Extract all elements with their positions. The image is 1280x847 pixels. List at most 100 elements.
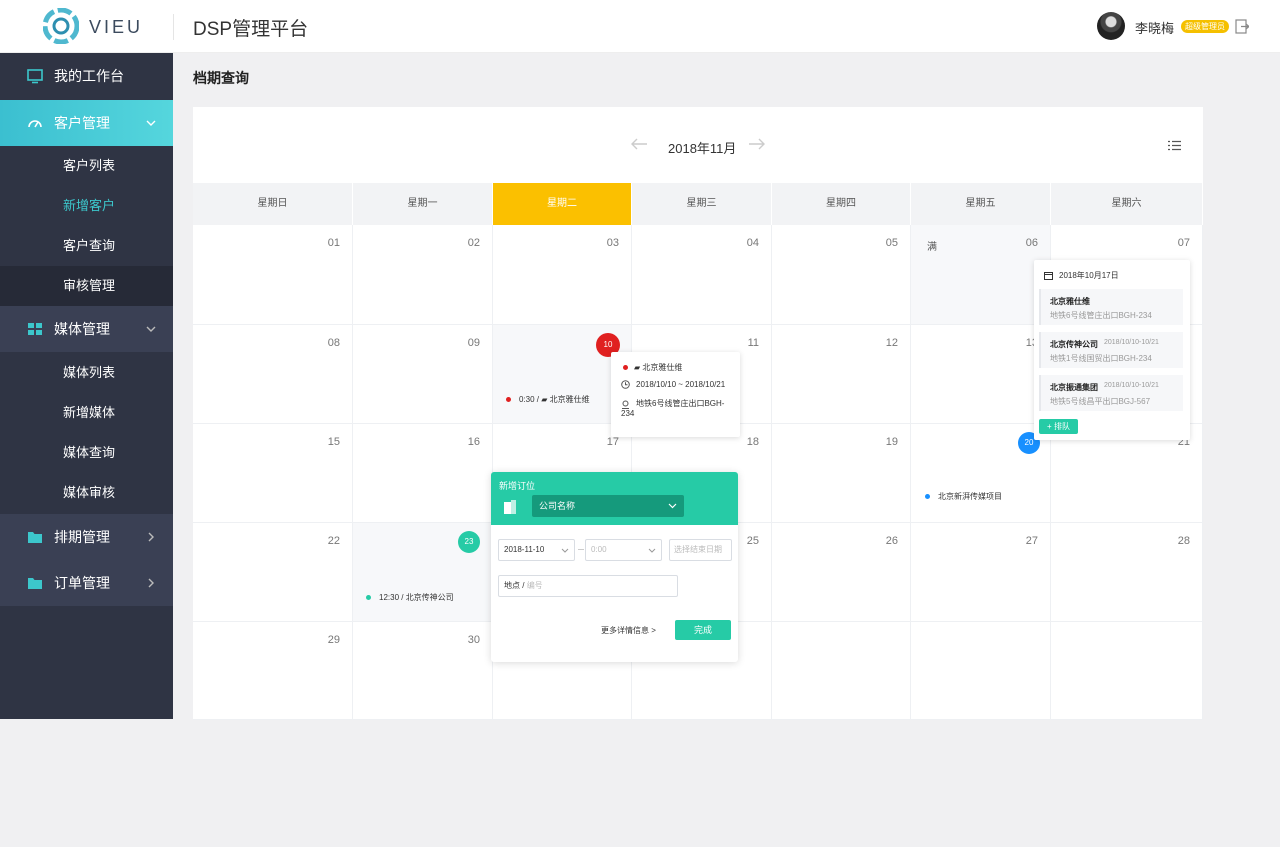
weekday-header: 星期日 星期一 星期二 星期三 星期四 星期五 星期六 bbox=[193, 183, 1203, 225]
event-time: 0:30 bbox=[519, 395, 535, 404]
date-number: 25 bbox=[746, 535, 759, 547]
date-cell[interactable]: 01 bbox=[193, 225, 353, 325]
green-dot-icon bbox=[366, 595, 371, 601]
date-cell[interactable]: 13 bbox=[911, 325, 1051, 424]
date-number: 02 bbox=[467, 237, 480, 249]
date-badge-23[interactable]: 23 bbox=[458, 531, 480, 553]
sidebar-item-label: 媒体管理 bbox=[54, 321, 110, 337]
location-icon bbox=[622, 400, 629, 409]
sidebar-subitem-review[interactable]: 审核管理 bbox=[0, 266, 173, 306]
date-number: 08 bbox=[327, 337, 340, 349]
event-nov10[interactable]: 0:30 / ▰ 北京雅仕维 bbox=[506, 394, 590, 405]
schedule-item[interactable]: 北京雅仕维 地铁6号线管庄出口BGH-234 bbox=[1039, 289, 1183, 325]
building-icon: ▰ bbox=[634, 363, 641, 372]
date-cell[interactable]: 22 bbox=[193, 523, 353, 622]
sidebar-subitem-customer-query[interactable]: 客户查询 bbox=[0, 226, 173, 266]
date-cell[interactable]: 09 bbox=[353, 325, 493, 424]
chevron-right-icon bbox=[148, 578, 154, 588]
header-divider bbox=[173, 14, 174, 40]
date-number: 05 bbox=[885, 237, 898, 249]
date-cell[interactable]: 19 bbox=[772, 424, 911, 523]
date-cell[interactable] bbox=[911, 622, 1051, 720]
popup-name: 北京雅仕维 bbox=[642, 363, 683, 372]
event-text: 12:30 / 北京传神公司 bbox=[379, 593, 454, 602]
popup-name-row: ▰ 北京雅仕维 bbox=[623, 362, 682, 373]
date-number: 26 bbox=[885, 535, 898, 547]
date-cell[interactable]: 05 bbox=[772, 225, 911, 325]
date-number: 27 bbox=[1025, 535, 1038, 547]
start-date-select[interactable]: 2018-11-10 bbox=[498, 539, 575, 561]
range-separator bbox=[578, 549, 584, 550]
date-cell[interactable]: 08 bbox=[193, 325, 353, 424]
schedule-date: 2018年10月17日 bbox=[1059, 271, 1119, 280]
date-cell[interactable]: 29 bbox=[193, 622, 353, 720]
date-number: 09 bbox=[467, 337, 480, 349]
weekday-4: 星期四 bbox=[772, 183, 911, 225]
schedule-item[interactable]: 北京振通集团 2018/10/10-10/21 地铁5号线昌平出口BGJ-567 bbox=[1039, 375, 1183, 411]
sidebar-subitem-new-customer[interactable]: 新增客户 bbox=[0, 186, 173, 226]
location-input[interactable]: 地点 / 编号 bbox=[498, 575, 678, 597]
sidebar-subitem-new-media[interactable]: 新增媒体 bbox=[0, 393, 173, 433]
date-cell[interactable] bbox=[1051, 622, 1203, 720]
sidebar-subitem-media-query[interactable]: 媒体查询 bbox=[0, 433, 173, 473]
sidebar-subitem-media-review[interactable]: 媒体审核 bbox=[0, 473, 173, 513]
date-cell[interactable]: 15 bbox=[193, 424, 353, 523]
date-cell[interactable]: 04 bbox=[632, 225, 772, 325]
logo-icon bbox=[43, 8, 79, 44]
end-date-input[interactable]: 选择结束日期 bbox=[669, 539, 732, 561]
list-view-icon[interactable] bbox=[1168, 140, 1181, 151]
start-time-select[interactable]: 0:00 bbox=[585, 539, 662, 561]
schedule-date-row: 2018年10月17日 bbox=[1044, 270, 1119, 281]
user-name[interactable]: 李晓梅 bbox=[1135, 18, 1174, 37]
sidebar-item-workbench[interactable]: 我的工作台 bbox=[0, 53, 173, 99]
schedule-item-address: 地铁5号线昌平出口BGJ-567 bbox=[1050, 397, 1151, 406]
event-detail-popup: ▰ 北京雅仕维 2018/10/10 ~ 2018/10/21 地铁6号线管庄出… bbox=[611, 352, 740, 437]
schedule-item-date: 2018/10/10-10/21 bbox=[1104, 339, 1159, 346]
page-title: 档期查询 bbox=[193, 70, 249, 86]
date-cell[interactable]: 16 bbox=[353, 424, 493, 523]
sidebar-item-schedule[interactable]: 排期管理 bbox=[0, 514, 173, 560]
schedule-item-name: 北京雅仕维 bbox=[1050, 297, 1090, 306]
avatar[interactable] bbox=[1097, 12, 1125, 40]
event-nov23[interactable]: 12:30 / 北京传神公司 bbox=[366, 592, 454, 603]
date-cell[interactable]: 28 bbox=[1051, 523, 1203, 622]
month-label: 2018年11月 bbox=[668, 141, 737, 156]
building-icon: ▰ bbox=[541, 395, 548, 404]
date-number: 03 bbox=[606, 237, 619, 249]
chevron-right-icon bbox=[148, 532, 154, 542]
add-queue-button[interactable]: + 排队 bbox=[1039, 419, 1078, 434]
company-select[interactable]: 公司名称 bbox=[532, 495, 684, 517]
date-number: 30 bbox=[467, 634, 480, 646]
date-cell[interactable] bbox=[772, 622, 911, 720]
weekday-6: 星期六 bbox=[1051, 183, 1203, 225]
date-number: 22 bbox=[327, 535, 340, 547]
date-number: 18 bbox=[746, 436, 759, 448]
date-number: 04 bbox=[746, 237, 759, 249]
date-cell[interactable]: 26 bbox=[772, 523, 911, 622]
next-month-icon[interactable] bbox=[748, 137, 766, 151]
more-details-link[interactable]: 更多详情信息 > bbox=[601, 625, 656, 636]
logout-icon[interactable] bbox=[1235, 19, 1249, 34]
schedule-item-name: 北京传神公司 bbox=[1050, 340, 1098, 349]
schedule-item[interactable]: 北京传神公司 2018/10/10-10/21 地铁1号线国贸出口BGH-234 bbox=[1039, 332, 1183, 368]
logo-text: VIEU bbox=[89, 17, 144, 37]
date-cell[interactable]: 27 bbox=[911, 523, 1051, 622]
prev-month-icon[interactable] bbox=[630, 137, 648, 151]
folder-icon bbox=[28, 578, 42, 589]
date-cell[interactable]: 03 bbox=[493, 225, 632, 325]
date-cell[interactable]: 12 bbox=[772, 325, 911, 424]
date-cell[interactable]: 02 bbox=[353, 225, 493, 325]
event-nov20[interactable]: 北京新湃传媒项目 bbox=[925, 491, 1002, 502]
sidebar-subitem-media-list[interactable]: 媒体列表 bbox=[0, 353, 173, 393]
sidebar-item-media[interactable]: 媒体管理 bbox=[0, 306, 173, 352]
form-header: 新增订位 公司名称 bbox=[491, 472, 738, 525]
sidebar-item-orders[interactable]: 订单管理 bbox=[0, 560, 173, 606]
date-number: 28 bbox=[1177, 535, 1190, 547]
date-number: 12 bbox=[885, 337, 898, 349]
done-button[interactable]: 完成 bbox=[675, 620, 731, 640]
sidebar-item-customers[interactable]: 客户管理 bbox=[0, 100, 173, 146]
sidebar-subitem-customer-list[interactable]: 客户列表 bbox=[0, 146, 173, 186]
date-cell[interactable]: 30 bbox=[353, 622, 493, 720]
sidebar-item-label: 我的工作台 bbox=[54, 68, 124, 84]
chevron-down-icon bbox=[561, 548, 569, 553]
